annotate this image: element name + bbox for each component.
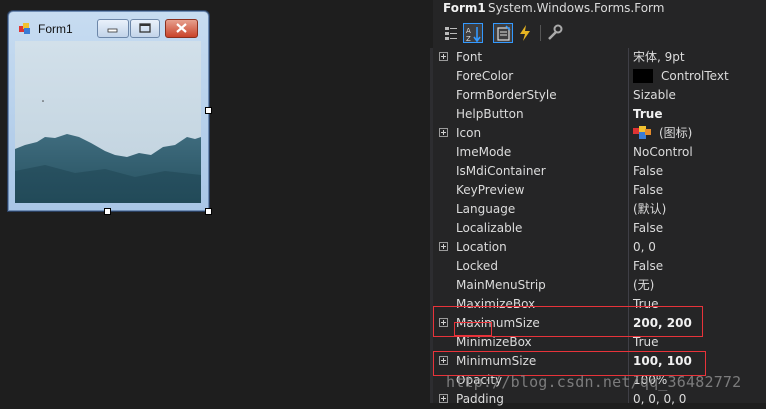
alphabetical-icon: A Z xyxy=(466,27,481,43)
resize-handle-corner[interactable] xyxy=(205,208,212,215)
property-value[interactable]: True xyxy=(633,105,662,124)
property-name: Location xyxy=(456,240,507,254)
property-name: KeyPreview xyxy=(456,183,525,197)
minimize-button[interactable] xyxy=(97,19,129,38)
property-value-text: True xyxy=(633,335,659,349)
color-swatch xyxy=(633,68,653,83)
property-value[interactable]: 宋体, 9pt xyxy=(633,48,685,67)
designer-surface: Form1 xyxy=(0,0,430,403)
properties-icon xyxy=(497,25,511,41)
resize-handle-right[interactable] xyxy=(205,107,212,114)
properties-button[interactable] xyxy=(493,23,513,43)
object-type: System.Windows.Forms.Form xyxy=(488,1,665,15)
form-window[interactable]: Form1 xyxy=(8,11,209,211)
expand-icon[interactable] xyxy=(439,52,448,61)
categorized-icon xyxy=(445,27,457,40)
expand-icon[interactable] xyxy=(439,128,448,137)
property-value-text: ControlText xyxy=(661,69,729,83)
property-row[interactable]: Location 0, 0 xyxy=(433,238,766,257)
property-value[interactable]: False xyxy=(633,162,663,181)
alphabetical-button[interactable]: A Z xyxy=(463,23,483,43)
expand-icon[interactable] xyxy=(439,242,448,251)
property-value-text: Sizable xyxy=(633,88,676,102)
property-value[interactable]: False xyxy=(633,219,663,238)
property-name: Icon xyxy=(456,126,482,140)
property-value-text: 宋体, 9pt xyxy=(633,50,685,64)
property-row[interactable]: Font 宋体, 9pt xyxy=(433,48,766,67)
property-value[interactable]: NoControl xyxy=(633,143,693,162)
property-value[interactable]: False xyxy=(633,181,663,200)
property-row[interactable]: FormBorderStyle Sizable xyxy=(433,86,766,105)
property-value-text: False xyxy=(633,183,664,197)
events-button[interactable] xyxy=(515,23,535,43)
property-value-text: (无) xyxy=(633,278,655,292)
property-value[interactable]: ControlText xyxy=(633,67,729,86)
expand-icon[interactable] xyxy=(439,394,448,403)
form-client-area xyxy=(15,41,201,203)
property-value[interactable]: False xyxy=(633,257,663,276)
minimize-icon xyxy=(107,28,118,33)
property-value-text: False xyxy=(633,221,664,235)
close-icon xyxy=(176,23,187,33)
svg-text:A: A xyxy=(466,27,471,35)
property-row[interactable]: Padding 0, 0, 0, 0 xyxy=(433,390,766,409)
property-value-text: NoControl xyxy=(633,145,693,159)
property-value[interactable]: Sizable xyxy=(633,86,676,105)
property-value[interactable]: 0, 0, 0, 0 xyxy=(633,390,686,409)
property-value-text: False xyxy=(633,164,664,178)
form-title: Form1 xyxy=(38,22,73,36)
property-row[interactable]: HelpButton True xyxy=(433,105,766,124)
events-icon xyxy=(520,25,530,41)
property-row[interactable]: ForeColor ControlText xyxy=(433,67,766,86)
close-button[interactable] xyxy=(165,19,198,38)
property-name: ImeMode xyxy=(456,145,512,159)
property-name: Locked xyxy=(456,259,498,273)
property-row[interactable]: MainMenuStrip (无) xyxy=(433,276,766,295)
property-name: IsMdiContainer xyxy=(456,164,546,178)
property-value-text: False xyxy=(633,259,664,273)
property-row[interactable]: ImeMode NoControl xyxy=(433,143,766,162)
property-value-text: 0, 0 xyxy=(633,240,656,254)
property-row[interactable]: KeyPreview False xyxy=(433,181,766,200)
property-value[interactable]: (无) xyxy=(633,276,654,295)
toolbar-separator xyxy=(540,25,541,41)
maximize-icon xyxy=(139,23,151,33)
property-name: ForeColor xyxy=(456,69,514,83)
maximize-button[interactable] xyxy=(130,19,160,38)
property-row[interactable]: Localizable False xyxy=(433,219,766,238)
object-name: Form1 xyxy=(443,1,486,15)
property-name: Language xyxy=(456,202,516,216)
object-selector[interactable]: Form1 System.Windows.Forms.Form xyxy=(433,0,766,18)
property-value-text: 0, 0, 0, 0 xyxy=(633,392,687,406)
property-name: FormBorderStyle xyxy=(456,88,557,102)
app-icon xyxy=(633,126,651,139)
properties-panel: Form1 System.Windows.Forms.Form A Z Font… xyxy=(433,0,766,406)
property-value-text: (图标) xyxy=(659,126,693,140)
highlight-maximumsize-name xyxy=(454,322,492,336)
property-row[interactable]: Locked False xyxy=(433,257,766,276)
form-icon xyxy=(19,23,30,34)
property-row[interactable]: IsMdiContainer False xyxy=(433,162,766,181)
background-image xyxy=(15,41,201,203)
properties-toolbar: A Z xyxy=(433,20,766,48)
categorized-button[interactable] xyxy=(441,23,461,43)
property-name: Padding xyxy=(456,392,504,406)
property-row[interactable]: Language (默认) xyxy=(433,200,766,219)
property-name: MainMenuStrip xyxy=(456,278,546,292)
resize-handle-bottom[interactable] xyxy=(104,208,111,215)
svg-text:Z: Z xyxy=(466,35,471,43)
property-name: Localizable xyxy=(456,221,523,235)
property-value-text: True xyxy=(633,107,663,121)
property-value[interactable]: 0, 0 xyxy=(633,238,656,257)
watermark: http://blog.csdn.net/qq_36482772 xyxy=(446,373,742,391)
property-value[interactable]: (默认) xyxy=(633,200,666,219)
property-pages-icon xyxy=(548,24,563,40)
property-row[interactable]: Icon (图标) xyxy=(433,124,766,143)
property-value[interactable]: (图标) xyxy=(633,124,692,143)
property-value-text: (默认) xyxy=(633,202,667,216)
property-name: Font xyxy=(456,50,483,64)
property-name: HelpButton xyxy=(456,107,524,121)
property-pages-button[interactable] xyxy=(545,23,565,43)
